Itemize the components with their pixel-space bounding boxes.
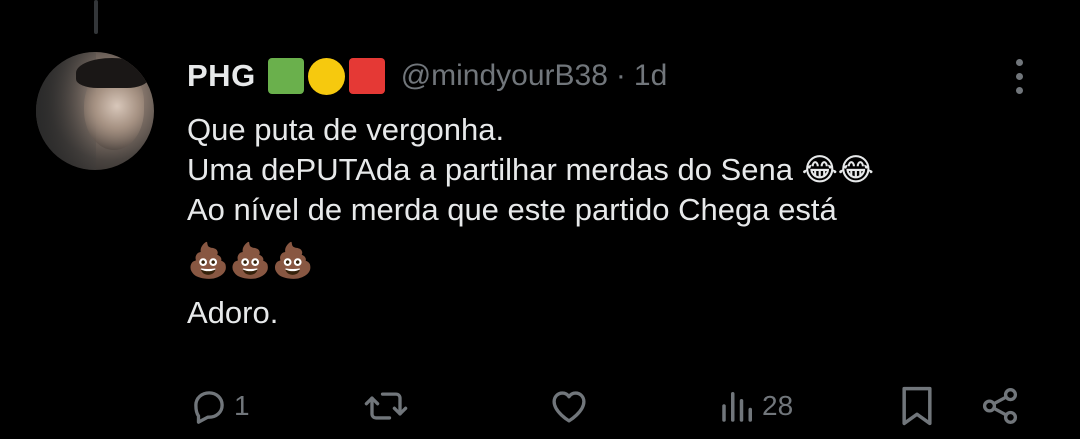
name-flag-emojis: [267, 57, 385, 95]
tweet-header: PHG @mindyourB38 · 1d: [187, 55, 667, 97]
tweet-line: Ao nível de merda que este partido Chega…: [187, 192, 837, 227]
tweet-action-bar: 1 28: [0, 378, 1080, 434]
retweet-button[interactable]: [362, 378, 410, 434]
heart-icon: [552, 391, 586, 423]
tweet-line: Uma dePUTAda a partilhar merdas do Sena …: [187, 152, 875, 187]
bookmark-icon: [902, 386, 932, 426]
thread-connector-line: [94, 0, 98, 34]
bookmark-button[interactable]: [898, 378, 936, 434]
red-square-emoji: [348, 58, 385, 94]
views-count: 28: [762, 390, 794, 421]
avatar[interactable]: [36, 52, 154, 170]
author-handle[interactable]: @mindyourB38: [401, 59, 608, 93]
views-button[interactable]: 28: [718, 378, 793, 434]
views-icon: [722, 392, 752, 422]
tweet-timestamp[interactable]: 1d: [634, 59, 667, 93]
green-square-emoji: [267, 58, 304, 94]
avatar-hair: [76, 58, 148, 88]
author-display-name[interactable]: PHG: [187, 58, 256, 94]
tweet-line: Adoro.: [187, 295, 279, 330]
retweet-icon: [364, 392, 408, 420]
share-icon: [982, 388, 1018, 424]
tweet-line-emojis: 💩💩💩: [187, 241, 315, 281]
share-button[interactable]: [979, 378, 1021, 434]
like-button[interactable]: [547, 378, 591, 434]
yellow-circle-emoji: [307, 57, 345, 95]
reply-button[interactable]: 1: [188, 378, 250, 434]
header-separator: ·: [615, 59, 626, 92]
more-vertical-icon[interactable]: [1006, 56, 1034, 96]
reply-count: 1: [234, 390, 250, 421]
reply-icon: [194, 391, 224, 424]
tweet-text: Que puta de vergonha. Uma dePUTAda a par…: [187, 110, 1057, 333]
tweet-line: Que puta de vergonha.: [187, 112, 505, 147]
